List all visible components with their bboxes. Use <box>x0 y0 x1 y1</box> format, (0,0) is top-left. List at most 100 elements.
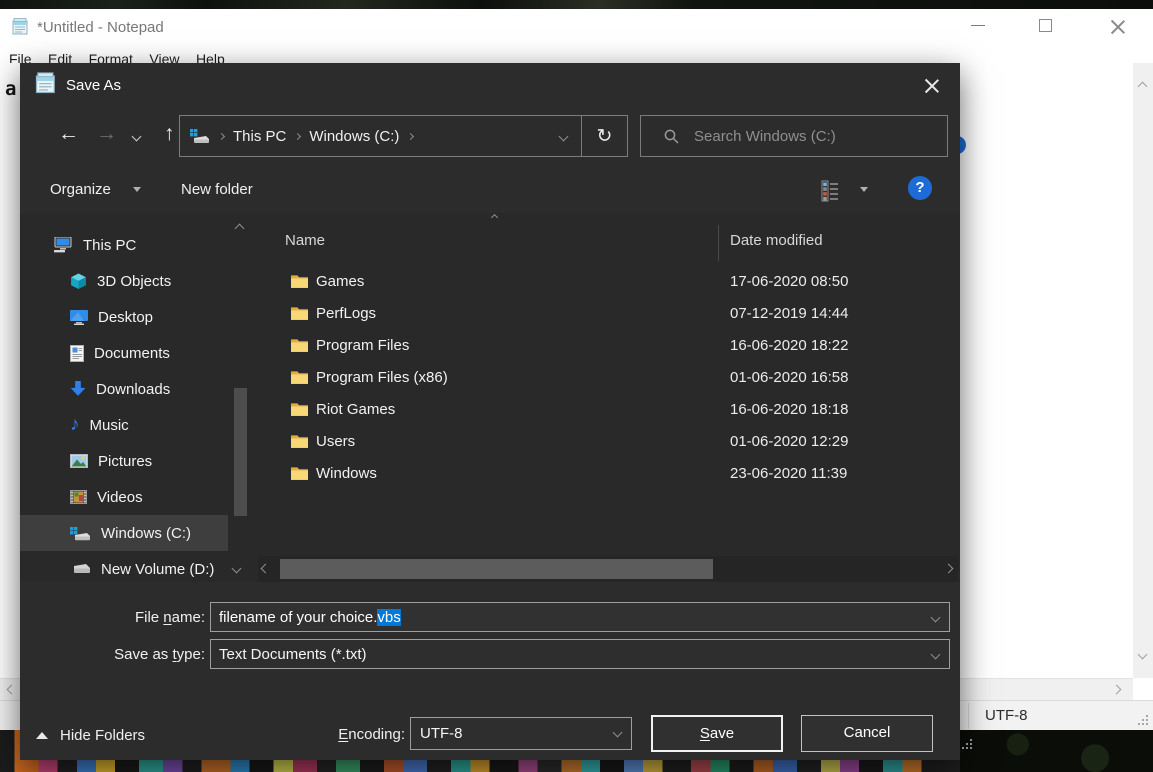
recent-locations-chevron[interactable] <box>131 131 142 142</box>
breadcrumb-chevron-icon[interactable] <box>407 132 415 140</box>
desktop-wallpaper-bottom-right <box>960 726 1153 772</box>
column-header-name[interactable]: Name <box>285 232 325 249</box>
maximize-button[interactable] <box>1023 9 1069 43</box>
encoding-label: Encoding: <box>338 726 405 743</box>
desktop-wallpaper-top <box>0 0 1153 9</box>
dropdown-chevron-icon[interactable] <box>612 727 623 738</box>
scroll-down-icon[interactable] <box>1137 649 1148 660</box>
save-as-type-label: Save as type: <box>114 646 205 663</box>
minimize-icon <box>971 25 985 26</box>
sidebar-item-music[interactable]: ♪ Music <box>20 407 228 443</box>
dialog-resize-grip[interactable] <box>970 747 972 749</box>
sidebar-item-documents[interactable]: Documents <box>20 335 228 371</box>
scroll-right-icon[interactable] <box>943 563 954 574</box>
file-list-horizontal-scrollbar[interactable] <box>258 556 958 582</box>
sidebar-item-3d-objects[interactable]: 3D Objects <box>20 263 228 299</box>
breadcrumb: This PC Windows (C:) <box>180 116 581 156</box>
folder-icon <box>291 402 308 416</box>
file-row-windows[interactable]: Windows 23-06-2020 11:39 <box>255 459 960 491</box>
notepad-vertical-scrollbar[interactable] <box>1133 63 1153 678</box>
close-icon <box>1111 19 1125 33</box>
breadcrumb-chevron-icon[interactable] <box>294 132 302 140</box>
notepad-titlebar: *Untitled - Notepad <box>0 9 1153 46</box>
save-button[interactable]: Save <box>651 715 783 752</box>
music-note-icon: ♪ <box>70 414 80 435</box>
drive-icon <box>190 128 210 144</box>
folder-icon <box>291 306 308 320</box>
close-icon <box>925 78 939 92</box>
organize-dropdown-chevron[interactable] <box>133 187 141 192</box>
file-list: Name Date modified Games 17-06-2020 08:5… <box>255 213 960 556</box>
expand-chevron-icon[interactable] <box>231 563 242 574</box>
file-row-games[interactable]: Games 17-06-2020 08:50 <box>255 267 960 299</box>
caret-up-icon <box>36 732 48 739</box>
address-bar[interactable]: This PC Windows (C:) ↻ <box>179 115 628 157</box>
folder-icon <box>291 434 308 448</box>
file-row-riot-games[interactable]: Riot Games 16-06-2020 18:18 <box>255 395 960 427</box>
close-button[interactable] <box>1095 9 1141 43</box>
maximize-icon <box>1039 19 1052 32</box>
sidebar-item-new-volume-d[interactable]: New Volume (D:) <box>20 551 242 587</box>
cancel-button[interactable]: Cancel <box>801 715 933 752</box>
sidebar-item-downloads[interactable]: Downloads <box>20 371 228 407</box>
help-button[interactable]: ? <box>908 176 932 200</box>
statusbar-divider <box>968 703 969 729</box>
refresh-button[interactable]: ↻ <box>582 125 627 148</box>
screen: *Untitled - Notepad File Edit Format Vie… <box>0 0 1153 772</box>
forward-button[interactable]: → <box>96 122 117 146</box>
address-dropdown-chevron[interactable] <box>558 131 569 141</box>
download-arrow-icon <box>70 381 86 397</box>
cube-3d-icon <box>70 273 87 290</box>
file-row-perflogs[interactable]: PerfLogs 07-12-2019 14:44 <box>255 299 960 331</box>
file-name-label: File name: <box>134 609 205 626</box>
sidebar-item-pictures[interactable]: Pictures <box>20 443 228 479</box>
breadcrumb-windows-c[interactable]: Windows (C:) <box>309 128 399 145</box>
view-details-icon[interactable] <box>821 180 839 202</box>
column-divider[interactable] <box>718 225 719 261</box>
save-as-dialog: Save As ← → ↑ This PC Windows (C:) ↻ Sea… <box>20 63 972 760</box>
scrollbar-thumb[interactable] <box>280 559 713 579</box>
dropdown-chevron-icon[interactable] <box>930 649 941 660</box>
encoding-select[interactable]: UTF-8 <box>410 717 632 750</box>
new-folder-button[interactable]: New folder <box>181 181 253 198</box>
dialog-content: This PC 3D Objects Desktop Documents Dow… <box>20 213 960 582</box>
search-placeholder: Search Windows (C:) <box>694 127 836 145</box>
windows-drive-icon <box>70 525 91 541</box>
file-row-users[interactable]: Users 01-06-2020 12:29 <box>255 427 960 459</box>
sidebar-scrollbar-thumb[interactable] <box>234 388 247 516</box>
computer-icon <box>53 237 73 253</box>
minimize-button[interactable] <box>955 9 1001 43</box>
dropdown-chevron-icon[interactable] <box>930 612 941 623</box>
file-list-header: Name Date modified <box>255 225 960 261</box>
scroll-left-icon[interactable] <box>260 563 271 574</box>
dialog-close-button[interactable] <box>918 71 948 101</box>
folder-icon <box>291 370 308 384</box>
column-header-date-modified[interactable]: Date modified <box>730 232 823 249</box>
folder-icon <box>291 466 308 480</box>
file-row-program-files-x86[interactable]: Program Files (x86) 01-06-2020 16:58 <box>255 363 960 395</box>
file-name-input[interactable]: filename of your choice. vbs <box>210 602 950 632</box>
navigation-pane: This PC 3D Objects Desktop Documents Dow… <box>20 213 255 582</box>
window-resize-grip[interactable] <box>1146 723 1148 725</box>
scroll-left-icon[interactable] <box>6 684 17 695</box>
sidebar-item-this-pc[interactable]: This PC <box>20 227 228 263</box>
hide-folders-button[interactable]: Hide Folders <box>36 727 145 744</box>
search-input[interactable]: Search Windows (C:) <box>640 115 948 157</box>
scroll-up-icon[interactable] <box>1137 81 1148 92</box>
scroll-right-icon[interactable] <box>1111 684 1122 695</box>
folder-icon <box>291 274 308 288</box>
file-name-value: filename of your choice. <box>219 608 378 626</box>
sidebar-item-videos[interactable]: Videos <box>20 479 228 515</box>
statusbar-encoding: UTF-8 <box>985 707 1028 724</box>
view-dropdown-chevron[interactable] <box>860 187 868 192</box>
back-button[interactable]: ← <box>58 122 79 146</box>
sidebar-item-windows-c[interactable]: Windows (C:) <box>20 515 228 551</box>
file-row-program-files[interactable]: Program Files 16-06-2020 18:22 <box>255 331 960 363</box>
organize-button[interactable]: Organize <box>50 181 111 198</box>
up-button[interactable]: ↑ <box>164 122 175 146</box>
breadcrumb-chevron-icon[interactable] <box>217 132 226 140</box>
save-as-type-select[interactable]: Text Documents (*.txt) <box>210 639 950 669</box>
sidebar-scroll-up-icon[interactable] <box>234 223 245 234</box>
sidebar-item-desktop[interactable]: Desktop <box>20 299 228 335</box>
breadcrumb-this-pc[interactable]: This PC <box>233 128 286 145</box>
